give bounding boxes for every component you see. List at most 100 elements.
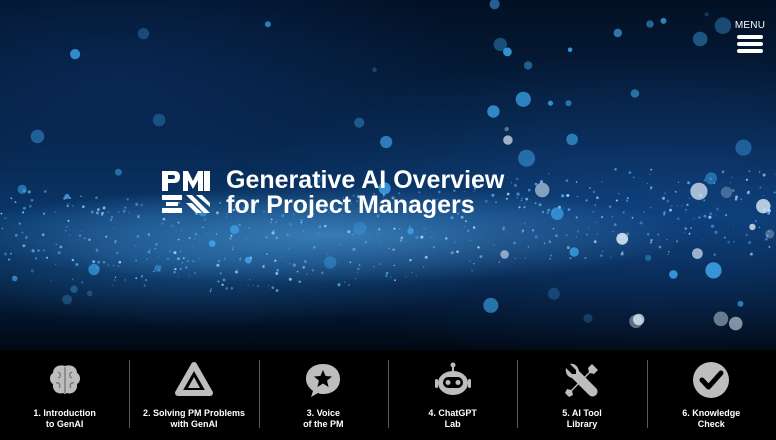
nav-item-ai-tool-library[interactable]: 5. AI Tool Library xyxy=(517,350,646,440)
dust-particle xyxy=(666,199,670,203)
dust-particle xyxy=(358,264,361,267)
dust-particle xyxy=(219,272,222,275)
dust-particle xyxy=(687,181,691,185)
dust-particle xyxy=(292,263,296,267)
dust-particle xyxy=(774,173,776,175)
dust-particle xyxy=(516,192,520,196)
bokeh-particle xyxy=(137,27,150,40)
dust-particle xyxy=(409,258,412,262)
dust-particle xyxy=(267,284,269,286)
dust-particle xyxy=(298,280,301,283)
dust-particle xyxy=(650,239,653,242)
dust-particle xyxy=(270,221,272,224)
dust-particle xyxy=(709,212,713,216)
dust-particle xyxy=(194,272,196,274)
dust-particle xyxy=(411,272,413,274)
dust-particle xyxy=(146,258,148,260)
menu-label: MENU xyxy=(734,20,766,31)
menu-button[interactable]: MENU xyxy=(734,20,766,58)
nav-item-voice-of-pm[interactable]: 3. Voice of the PM xyxy=(258,350,388,440)
dust-particle xyxy=(768,245,771,248)
dust-particle xyxy=(735,195,739,199)
nav-item-chatgpt-lab[interactable]: 4. ChatGPT Lab xyxy=(387,350,517,440)
bokeh-particle xyxy=(704,12,709,17)
dust-particle xyxy=(265,236,268,239)
dust-particle xyxy=(177,276,179,278)
bokeh-particle xyxy=(244,256,252,264)
dust-particle xyxy=(347,230,351,234)
dust-particle xyxy=(349,261,352,264)
dust-particle xyxy=(230,234,233,237)
bokeh-particle xyxy=(629,314,643,329)
dust-particle xyxy=(134,244,136,247)
dust-particle xyxy=(230,287,233,290)
bokeh-particle xyxy=(547,287,560,300)
dust-particle xyxy=(584,257,587,260)
dust-particle xyxy=(144,278,148,282)
nav-item-knowledge-check[interactable]: 6. Knowledge Check xyxy=(646,350,776,440)
nav-item-solving-pm-problems[interactable]: 2. Solving PM Problems with GenAI xyxy=(129,350,258,440)
dust-particle xyxy=(514,257,516,260)
nav-item-introduction[interactable]: 1. Introduction to GenAI xyxy=(0,350,129,440)
dust-particle xyxy=(102,261,106,264)
dust-particle xyxy=(405,240,407,243)
dust-particle xyxy=(521,231,524,234)
dust-particle xyxy=(688,197,691,200)
dust-particle xyxy=(75,262,79,267)
dust-particle xyxy=(594,221,597,223)
dust-particle xyxy=(288,277,292,281)
dust-particle xyxy=(469,239,472,242)
dust-particle xyxy=(95,248,99,252)
dust-particle xyxy=(25,235,28,238)
dust-particle xyxy=(232,246,235,248)
dust-particle xyxy=(137,214,141,218)
dust-particle xyxy=(676,204,678,206)
dust-particle xyxy=(424,255,428,259)
dust-particle xyxy=(649,241,652,244)
dust-particle xyxy=(80,280,84,284)
dust-particle xyxy=(78,234,82,237)
dust-particle xyxy=(703,214,707,218)
dust-particle xyxy=(22,244,26,248)
dust-particle xyxy=(357,267,360,271)
dust-particle xyxy=(431,236,433,238)
bokeh-particle xyxy=(489,0,500,10)
nav-label-introduction: 1. Introduction to GenAI xyxy=(33,408,96,429)
dust-particle xyxy=(113,227,115,229)
dust-particle xyxy=(42,234,44,237)
dust-particle xyxy=(670,205,673,207)
bokeh-particle xyxy=(503,135,513,145)
bokeh-particle xyxy=(569,247,579,257)
dust-particle xyxy=(67,219,70,222)
dust-particle xyxy=(225,287,229,290)
dust-particle xyxy=(302,230,305,233)
dust-particle xyxy=(690,227,693,229)
dust-particle xyxy=(567,208,571,211)
dust-particle xyxy=(271,286,275,290)
dust-particle xyxy=(589,187,591,189)
dust-particle xyxy=(273,229,275,232)
bokeh-particle xyxy=(713,311,729,327)
dust-particle xyxy=(681,205,683,207)
dust-particle xyxy=(524,222,526,225)
dust-particle xyxy=(65,230,67,232)
dust-particle xyxy=(173,271,176,274)
dust-particle xyxy=(686,203,689,206)
dust-particle xyxy=(92,260,96,264)
dust-particle xyxy=(140,275,144,279)
bokeh-particle xyxy=(70,49,81,60)
dust-particle xyxy=(762,173,766,177)
dust-particle xyxy=(527,246,530,248)
dust-particle xyxy=(394,279,396,282)
dust-particle xyxy=(248,226,250,229)
dust-particle xyxy=(493,244,495,246)
dust-particle xyxy=(296,271,299,273)
hero-background: MENU Generative AI Overview for Project … xyxy=(0,0,776,350)
dust-particle xyxy=(513,183,518,188)
dust-particle xyxy=(22,211,25,214)
check-circle-icon xyxy=(693,362,730,398)
dust-particle xyxy=(393,227,396,230)
dust-particle xyxy=(565,179,569,182)
bokeh-particle xyxy=(705,262,722,279)
dust-particle xyxy=(168,250,172,253)
